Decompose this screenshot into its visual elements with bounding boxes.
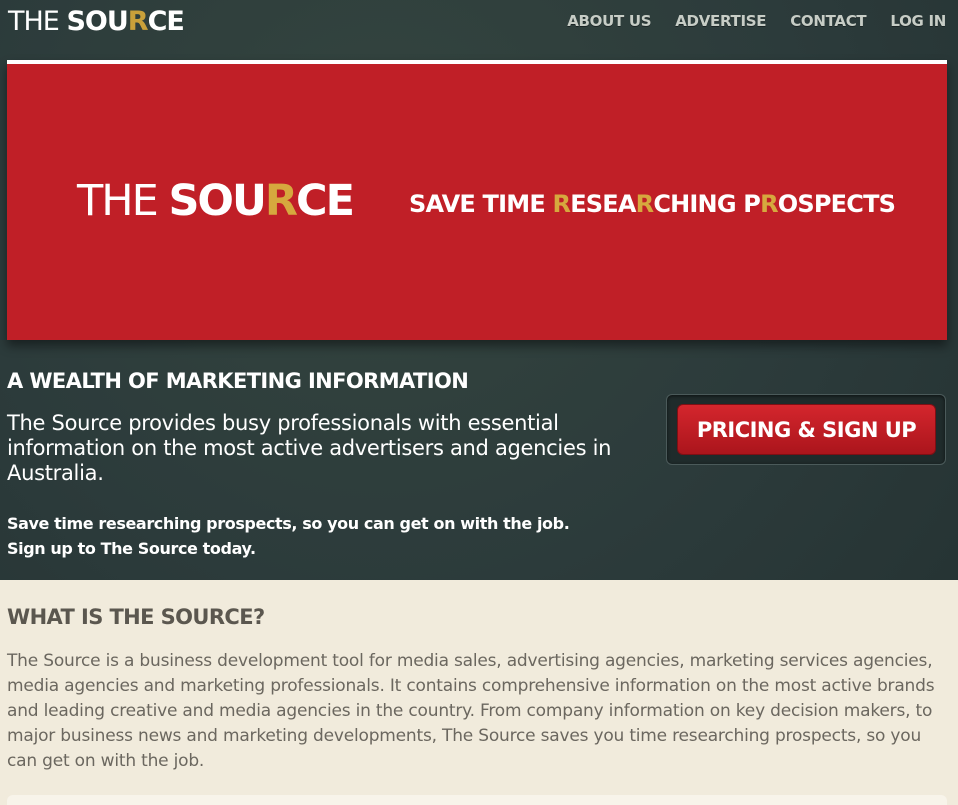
cta-text: Save time researching prospects, so you … bbox=[7, 511, 627, 561]
nav-advertise[interactable]: ADVERTISE bbox=[675, 12, 766, 30]
hero-logo-r-key-icon: R bbox=[264, 176, 298, 226]
hero-banner: THE SOURCE SAVE TIME RESEARCHING PROSPEC… bbox=[7, 60, 947, 340]
hero-logo-the: THE bbox=[77, 176, 169, 226]
tagline-part: CHING P bbox=[653, 190, 761, 218]
logo-text-ce: CE bbox=[147, 6, 185, 37]
hero-logo: THE SOURCE bbox=[77, 176, 355, 226]
cta-line-1: Save time researching prospects, so you … bbox=[7, 514, 570, 533]
tagline-part: ESEA bbox=[570, 190, 636, 218]
intro-text: The Source provides busy professionals w… bbox=[7, 411, 612, 485]
logo-text-the: THE bbox=[8, 6, 67, 37]
tagline-part: OSPECTS bbox=[777, 190, 896, 218]
site-logo[interactable]: THE SOURCE bbox=[8, 6, 185, 37]
pricing-signup-button[interactable]: PRICING & SIGN UP bbox=[677, 404, 936, 455]
tagline-accent: R bbox=[760, 190, 778, 218]
hero-logo-sou: SOU bbox=[168, 176, 266, 226]
logo-r-key-icon: R bbox=[127, 6, 149, 37]
intro-heading: A WEALTH OF MARKETING INFORMATION bbox=[7, 369, 469, 393]
tagline-accent: R bbox=[635, 190, 654, 218]
pricing-button-frame: PRICING & SIGN UP bbox=[666, 394, 946, 465]
nav-log-in[interactable]: LOG IN bbox=[890, 12, 946, 30]
hero-tagline: SAVE TIME RESEARCHING PROSPECTS bbox=[409, 190, 896, 218]
logo-text-sou: SOU bbox=[66, 6, 128, 37]
tagline-part: SAVE TIME bbox=[409, 190, 553, 218]
nav-about-us[interactable]: ABOUT US bbox=[567, 12, 651, 30]
tagline-accent: R bbox=[552, 190, 571, 218]
main-nav: ABOUT US ADVERTISE CONTACT LOG IN bbox=[567, 12, 946, 30]
cta-line-2: Sign up to The Source today. bbox=[7, 539, 256, 558]
nav-contact[interactable]: CONTACT bbox=[790, 12, 866, 30]
what-text: The Source is a business development too… bbox=[7, 651, 935, 771]
content-card bbox=[7, 795, 947, 805]
what-heading: WHAT IS THE SOURCE? bbox=[7, 605, 265, 629]
hero-logo-ce: CE bbox=[296, 176, 355, 226]
